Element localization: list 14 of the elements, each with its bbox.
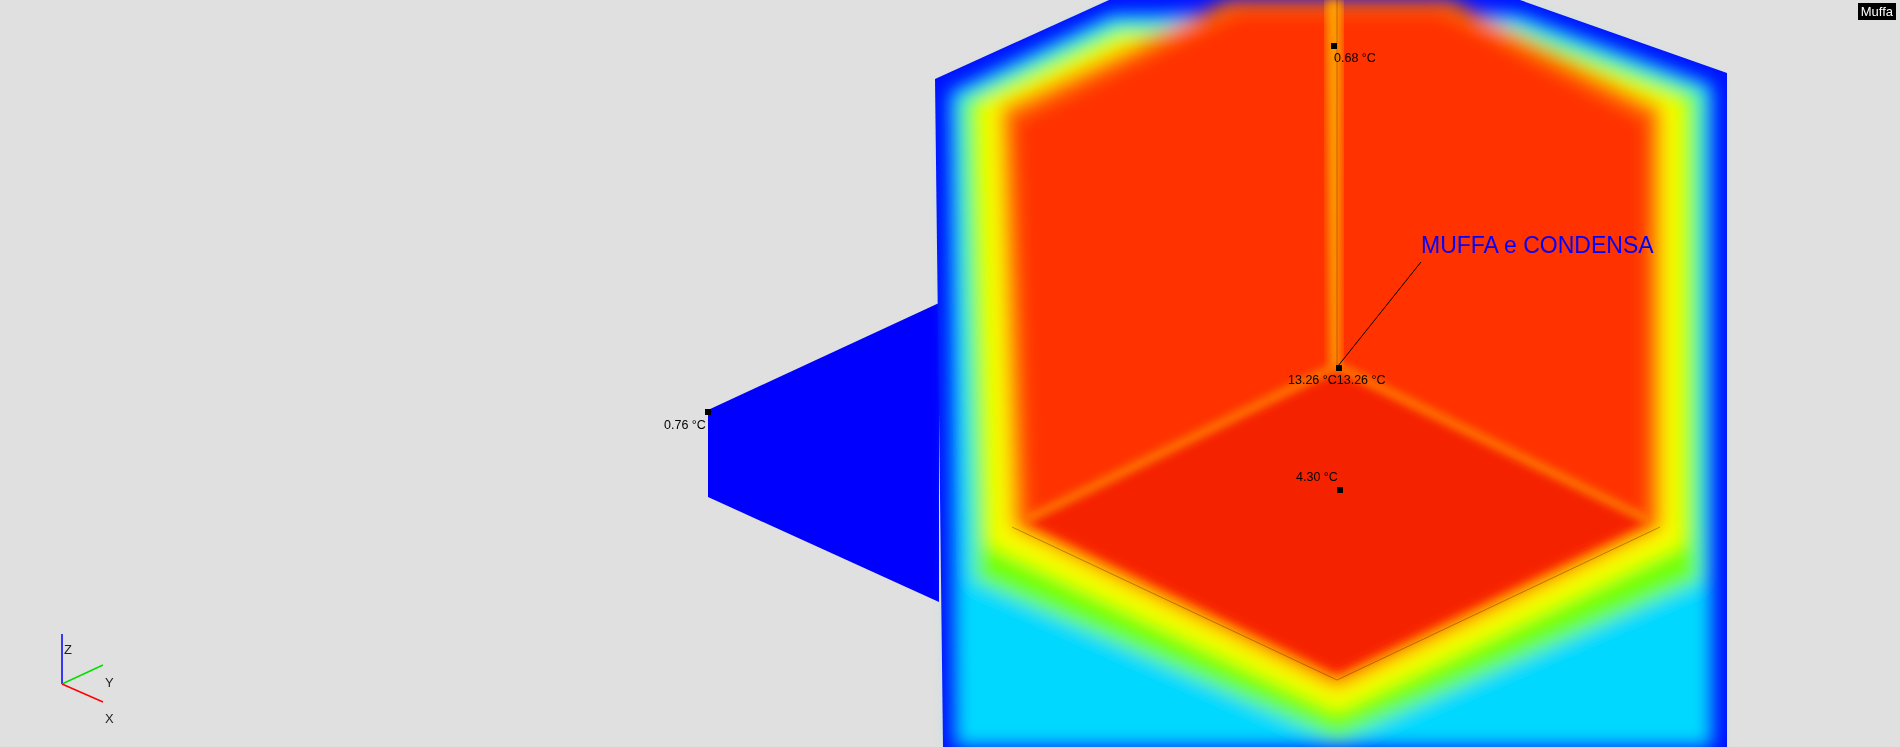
probe-point-icon — [705, 409, 711, 415]
temperature-label: 0.76 °C — [664, 418, 706, 432]
axis-label: Z — [64, 642, 72, 657]
callout-label: MUFFA e CONDENSA — [1421, 232, 1654, 259]
temperature-label: 13.26 °C13.26 °C — [1288, 373, 1386, 387]
temperature-label: 4.30 °C — [1296, 470, 1338, 484]
axis-triad-icon — [61, 633, 104, 703]
probe-point-icon — [1337, 487, 1343, 493]
axis-label: X — [105, 711, 114, 726]
probe-point-icon — [1336, 365, 1342, 371]
result-label: Muffa — [1857, 3, 1896, 20]
axis-label: Y — [105, 675, 114, 690]
temperature-label: 0.68 °C — [1334, 51, 1376, 65]
probe-point-icon — [1331, 43, 1337, 49]
